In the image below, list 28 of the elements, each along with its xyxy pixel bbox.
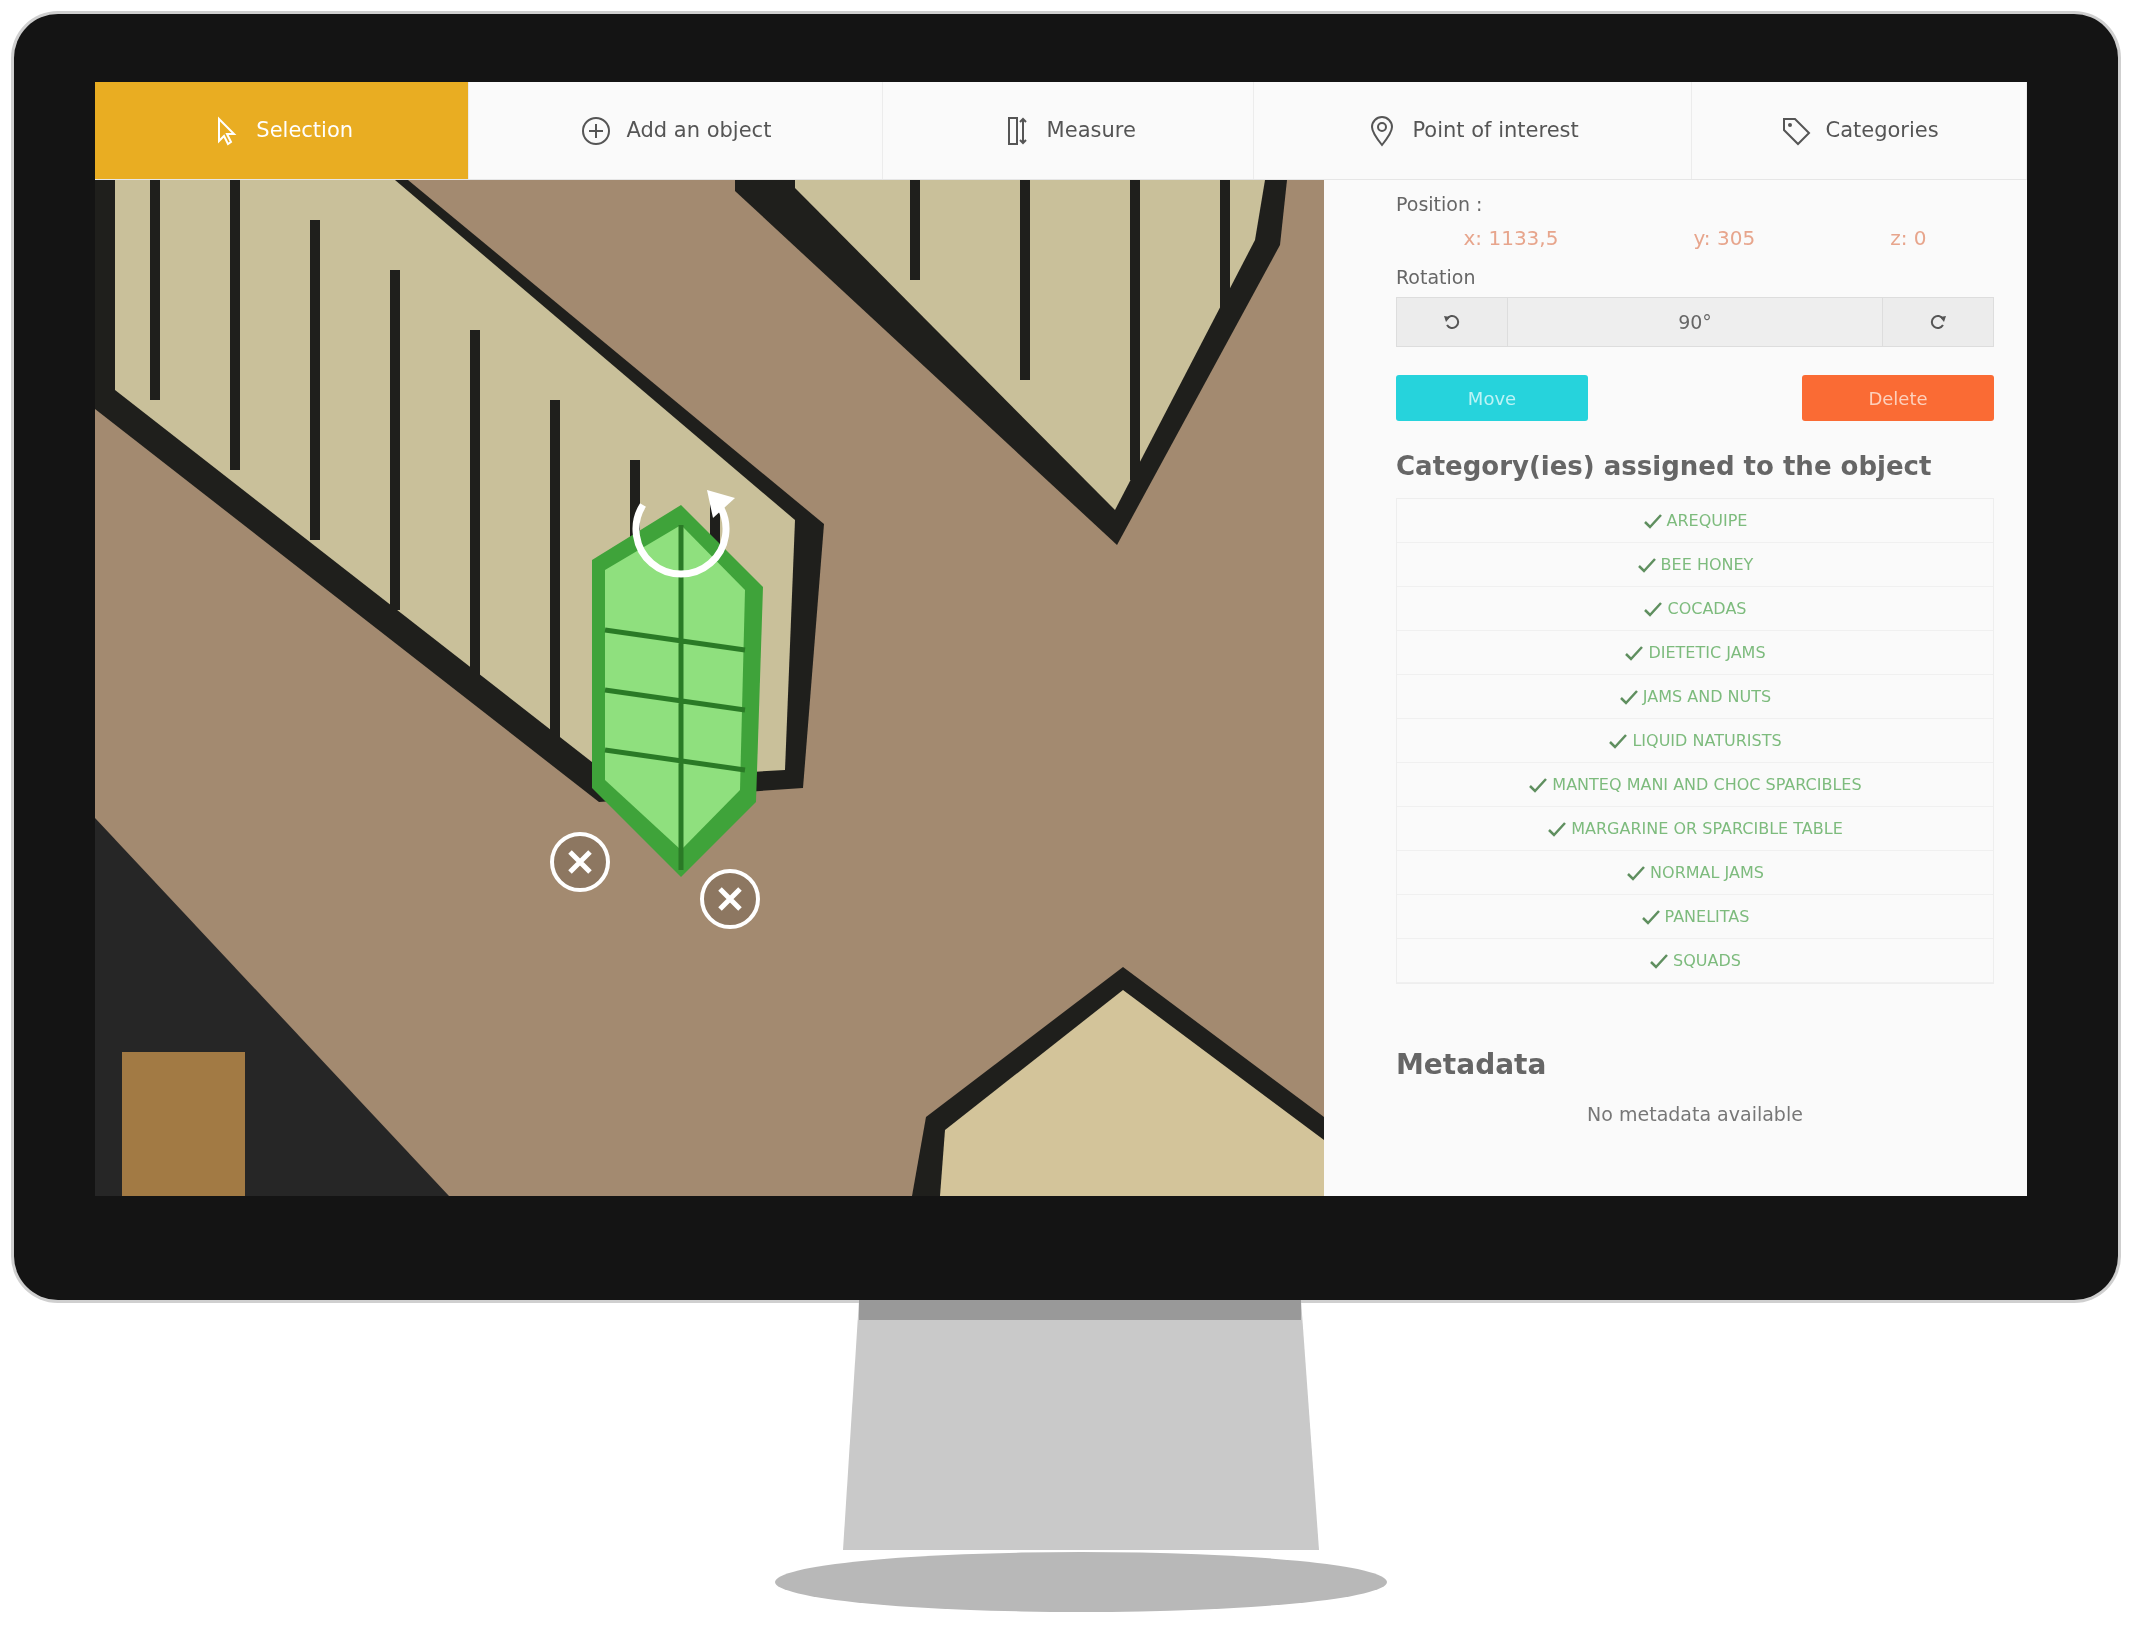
- category-item[interactable]: COCADAS: [1643, 596, 1747, 621]
- position-label: Position :: [1396, 192, 1484, 217]
- category-item[interactable]: LIQUID NATURISTS: [1608, 728, 1782, 753]
- close-icon[interactable]: [700, 869, 760, 929]
- category-item[interactable]: MANTEQ MANI AND CHOC SPARCIBLES: [1528, 772, 1862, 797]
- rotate-left-icon: [1443, 313, 1461, 331]
- z-coordinate: z: 0: [1890, 224, 1927, 252]
- metadata-heading: Metadata: [1396, 1047, 1548, 1083]
- category-item[interactable]: PANELITAS: [1640, 904, 1750, 929]
- delete-button[interactable]: Delete: [1802, 375, 1994, 421]
- category-item[interactable]: JAMS AND NUTS: [1618, 684, 1772, 709]
- y-coordinate: y: 305: [1693, 224, 1756, 252]
- category-item[interactable]: NORMAL JAMS: [1626, 860, 1764, 885]
- category-item[interactable]: MARGARINE OR SPARCIBLE TABLE: [1547, 816, 1843, 841]
- rotation-label: Rotation: [1396, 264, 1477, 290]
- close-icon[interactable]: [550, 832, 610, 892]
- x-coordinate: x: 1133,5: [1463, 224, 1559, 252]
- empty-metadata-text: No metadata available: [1586, 1102, 1804, 1127]
- add-icon: [580, 114, 613, 147]
- categories-heading: Category(ies) assigned to the object: [1396, 450, 1933, 483]
- category-item[interactable]: AREQUIPE: [1642, 508, 1748, 533]
- toolbar-tab[interactable]: Selection: [95, 82, 470, 179]
- category-item[interactable]: SQUADS: [1649, 948, 1741, 973]
- category-item[interactable]: BEE HONEY: [1636, 552, 1754, 577]
- move-button[interactable]: Move: [1396, 375, 1588, 421]
- rotate-handle-icon[interactable]: [632, 490, 735, 578]
- category-item[interactable]: DIETETIC JAMS: [1624, 640, 1766, 665]
- rotate-right-icon: [1929, 313, 1947, 331]
